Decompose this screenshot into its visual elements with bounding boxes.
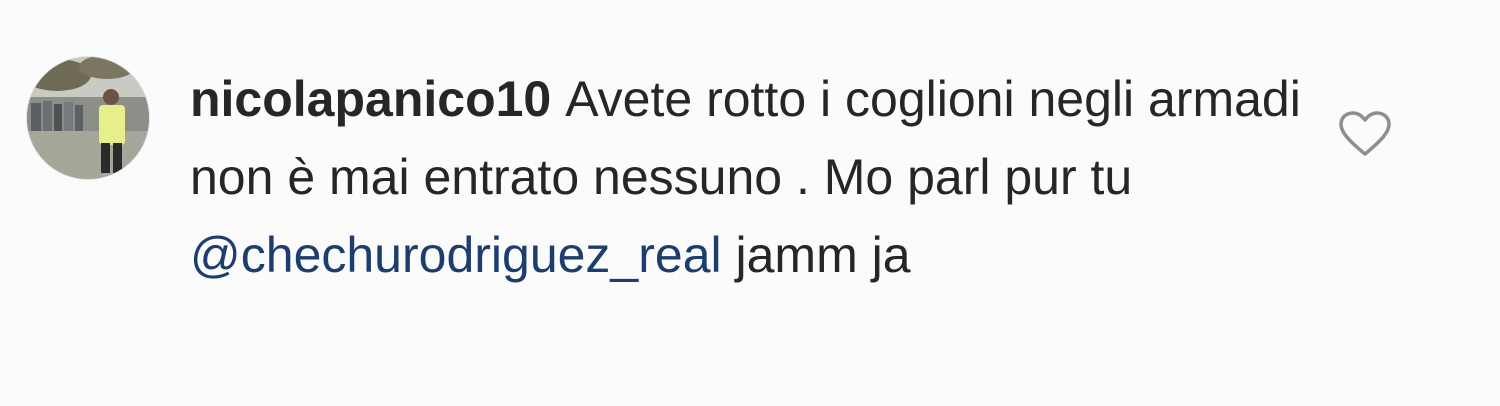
avatar[interactable] <box>26 56 150 180</box>
comment-body: nicolapanico10 Avete rotto i coglioni neg… <box>190 60 1310 294</box>
mention-link[interactable]: @chechurodriguez_real <box>190 227 722 283</box>
heart-outline-icon[interactable] <box>1338 110 1392 158</box>
comment-text-after-mention: jamm ja <box>721 227 911 283</box>
username[interactable]: nicolapanico10 <box>190 71 551 127</box>
comment: nicolapanico10 Avete rotto i coglioni neg… <box>0 0 1500 406</box>
avatar-photo <box>27 57 149 179</box>
